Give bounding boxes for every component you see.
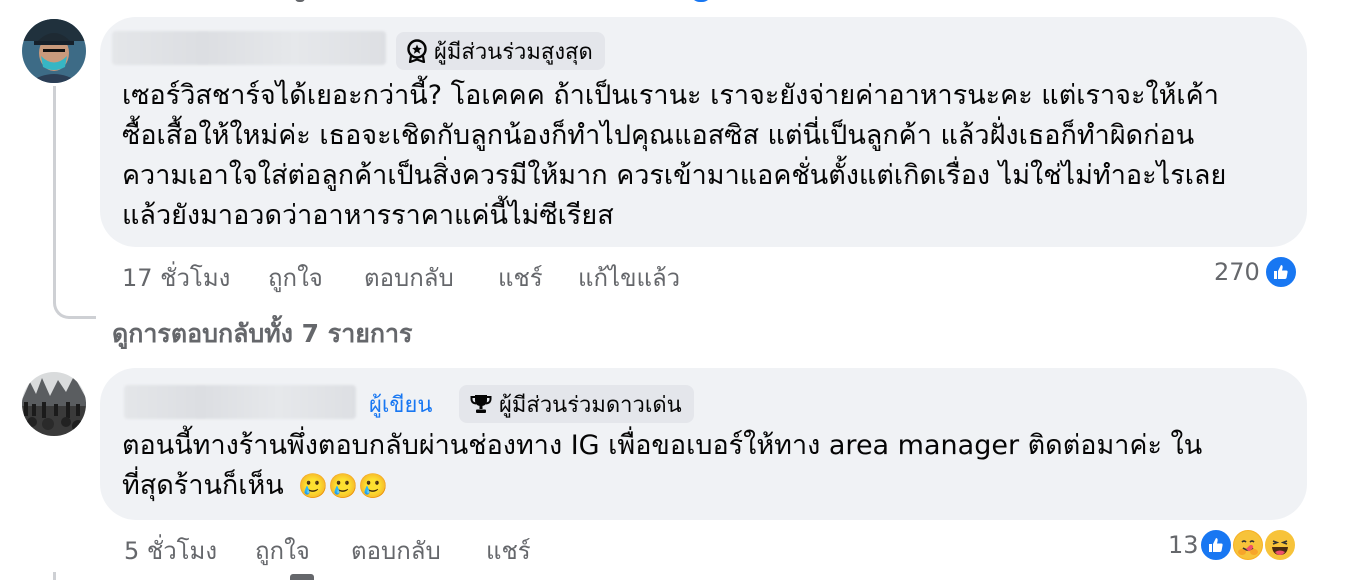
like-button[interactable]: ถูกใจ xyxy=(255,531,310,570)
commenter-name-redacted[interactable] xyxy=(124,385,356,419)
reply-button[interactable]: ตอบกลับ xyxy=(351,531,441,570)
comment-line: ตอนนี้ทางร้านพึ่งตอบกลับผ่านช่องทาง IG เ… xyxy=(122,430,1203,461)
reaction-count[interactable]: 270 xyxy=(1214,258,1260,286)
laughing-face-icon xyxy=(1266,531,1294,559)
commenter-name-redacted[interactable] xyxy=(112,31,386,65)
comment-line-text: ที่สุดร้านก็เห็น xyxy=(122,470,284,501)
like-reaction-icon[interactable] xyxy=(1264,255,1298,289)
comment-line: ความเอาใจใส่ต่อลูกค้าเป็นสิ่งควรมีให้มาก… xyxy=(122,160,1227,191)
share-button[interactable]: แชร์ xyxy=(486,531,531,570)
comment-actions: 5 ชั่วโมง ถูกใจ ตอบกลับ แชร์ xyxy=(0,531,1348,565)
edited-label[interactable]: แก้ไขแล้ว xyxy=(578,258,680,297)
avatar[interactable] xyxy=(22,372,86,436)
haha-reaction-icon[interactable] xyxy=(1263,528,1297,562)
timestamp[interactable]: 17 ชั่วโมง xyxy=(122,258,230,297)
like-button[interactable]: ถูกใจ xyxy=(268,258,323,297)
thumbs-up-icon xyxy=(1274,265,1288,279)
comment-line: ที่สุดร้านก็เห็น 🥲🥲🥲 xyxy=(122,466,388,506)
avatar[interactable] xyxy=(22,19,86,83)
crying-smile-emoji: 🥲🥲🥲 xyxy=(298,472,389,500)
top-contributor-badge[interactable]: ผู้มีส่วนร่วมสูงสุด xyxy=(396,32,605,70)
view-replies-link[interactable]: ดูการตอบกลับทั้ง 7 รายการ xyxy=(112,314,413,354)
trophy-icon xyxy=(470,395,492,413)
comment-line: ซื้อเสื้อให้ใหม่ค่ะ เธอจะเชิดกับลูกน้องก… xyxy=(122,120,1195,151)
share-button[interactable]: แชร์ xyxy=(498,258,543,297)
cropped-previous-content xyxy=(295,0,305,2)
author-label: ผู้เขียน xyxy=(369,393,433,418)
thread-line xyxy=(53,572,56,580)
badge-label: ผู้มีส่วนร่วมสูงสุด xyxy=(434,39,593,65)
timestamp[interactable]: 5 ชั่วโมง xyxy=(124,531,217,570)
avatar-photo xyxy=(22,372,86,436)
cropped-next-content xyxy=(290,574,314,580)
hug-face-icon xyxy=(1234,531,1262,559)
like-reaction-icon[interactable] xyxy=(1199,528,1233,562)
avatar-photo xyxy=(22,19,86,83)
rising-contributor-badge[interactable]: ผู้มีส่วนร่วมดาวเด่น xyxy=(459,385,694,423)
thumbs-up-icon xyxy=(1209,538,1223,552)
care-reaction-icon[interactable] xyxy=(1231,528,1265,562)
star-badge-icon xyxy=(407,39,427,63)
comment-line: เซอร์วิสชาร์จได้เยอะกว่านี้? โอเคคค ถ้าเ… xyxy=(122,80,1219,111)
comment-line: แล้วยังมาอวดว่าอาหารราคาแค่นี้ไม่ซีเรียส xyxy=(122,200,614,231)
cropped-reaction-icon xyxy=(690,0,712,2)
reply-button[interactable]: ตอบกลับ xyxy=(364,258,454,297)
comment-actions: 17 ชั่วโมง ถูกใจ ตอบกลับ แชร์ แก้ไขแล้ว xyxy=(0,258,1348,292)
badge-label: ผู้มีส่วนร่วมดาวเด่น xyxy=(499,392,682,418)
reaction-count[interactable]: 13 xyxy=(1168,531,1199,559)
